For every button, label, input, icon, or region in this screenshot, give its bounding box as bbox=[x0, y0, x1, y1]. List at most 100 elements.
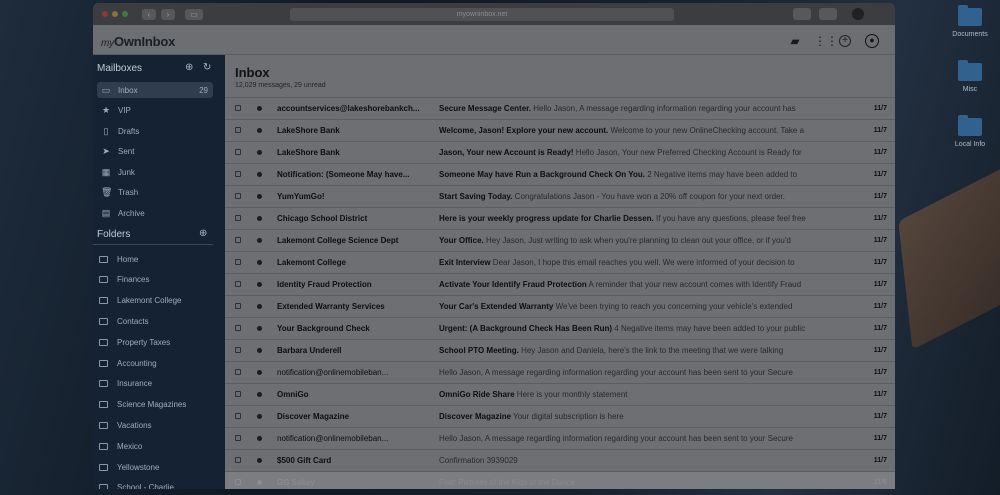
back-button[interactable]: ‹ bbox=[142, 8, 156, 20]
select-checkbox[interactable] bbox=[235, 369, 241, 375]
add-folder-icon[interactable]: ⊕ bbox=[199, 228, 207, 239]
message-row[interactable]: OmniGo OmniGo Ride Share Here is your mon… bbox=[225, 383, 895, 404]
message-summary: Your Car's Extended Warranty We've been … bbox=[439, 302, 857, 311]
select-checkbox[interactable] bbox=[235, 303, 241, 309]
select-checkbox[interactable] bbox=[235, 457, 241, 463]
unread-dot-icon bbox=[257, 479, 262, 485]
folder-icon bbox=[99, 359, 108, 367]
message-row[interactable]: Identity Fraud Protection Activate Your I… bbox=[225, 273, 895, 294]
unread-dot-icon bbox=[257, 281, 262, 287]
message-row[interactable]: Discover Magazine Discover Magazine Your … bbox=[225, 405, 895, 426]
message-preview: Hello Jason, A message regarding informa… bbox=[439, 433, 793, 443]
message-preview: 2 Negative items may have been added to bbox=[644, 169, 798, 179]
select-checkbox[interactable] bbox=[235, 479, 241, 485]
folder-item[interactable]: Home bbox=[99, 251, 219, 267]
message-row[interactable]: YumYumGo! Start Saving Today. Congratulat… bbox=[225, 185, 895, 206]
refresh-icon[interactable]: ↻ bbox=[203, 62, 211, 73]
message-row[interactable]: Notification: (Someone May have... Someon… bbox=[225, 163, 895, 184]
folder-icon bbox=[99, 401, 108, 409]
desktop-icon-misc[interactable]: Misc bbox=[935, 60, 1000, 93]
message-row[interactable]: Lakemont College Science Dept Your Office… bbox=[225, 229, 895, 250]
apps-grid-icon[interactable]: ⋮⋮ bbox=[814, 34, 838, 48]
select-checkbox[interactable] bbox=[235, 435, 241, 441]
select-checkbox[interactable] bbox=[235, 237, 241, 243]
message-row[interactable]: notification@onlinemobileban... Hello Jas… bbox=[225, 361, 895, 382]
add-mailbox-icon[interactable]: ⊕ bbox=[185, 62, 193, 73]
mailbox-item-drafts[interactable]: ▯ Drafts bbox=[97, 123, 213, 139]
message-row[interactable]: Barbara Underell School PTO Meeting. Hey … bbox=[225, 339, 895, 360]
account-avatar-icon[interactable]: ● bbox=[865, 34, 879, 48]
message-row[interactable]: notification@onlinemobileban... Hello Jas… bbox=[225, 427, 895, 448]
folder-item[interactable]: Yellowstone bbox=[99, 459, 219, 475]
tabs-button[interactable] bbox=[819, 8, 837, 20]
message-row[interactable]: Your Background Check Urgent: (A Backgrou… bbox=[225, 317, 895, 338]
folder-item[interactable]: Finances bbox=[99, 272, 219, 288]
select-checkbox[interactable] bbox=[235, 259, 241, 265]
folder-icon bbox=[99, 338, 108, 346]
message-subject: Secure Message Center. bbox=[439, 103, 532, 113]
zoom-window-button[interactable] bbox=[122, 11, 128, 17]
chat-icon[interactable]: ▰ bbox=[788, 34, 802, 48]
minimize-window-button[interactable] bbox=[112, 11, 118, 17]
message-row[interactable]: LakeShore Bank Welcome, Jason! Explore yo… bbox=[225, 119, 895, 140]
close-window-button[interactable] bbox=[102, 11, 108, 17]
message-row[interactable]: Extended Warranty Services Your Car's Ext… bbox=[225, 295, 895, 316]
select-checkbox[interactable] bbox=[235, 127, 241, 133]
app-logo[interactable]: myOwnInbox bbox=[101, 34, 175, 49]
message-summary: Someone May have Run a Background Check … bbox=[439, 170, 857, 179]
select-checkbox[interactable] bbox=[235, 149, 241, 155]
message-preview: Hello Jason, A message regarding informa… bbox=[531, 103, 796, 113]
unread-dot-icon bbox=[257, 325, 262, 331]
select-checkbox[interactable] bbox=[235, 391, 241, 397]
share-button[interactable] bbox=[793, 8, 811, 20]
sidebar-toggle-button[interactable]: ▭ bbox=[185, 8, 203, 20]
forward-button[interactable]: › bbox=[161, 8, 175, 20]
folder-item[interactable]: Lakemont College bbox=[99, 293, 219, 309]
message-preview: Your digital subscription is here bbox=[511, 411, 624, 421]
message-row[interactable]: Chicago School District Here is your week… bbox=[225, 207, 895, 228]
mailbox-item-vip[interactable]: ★ VIP bbox=[97, 103, 213, 119]
desktop-icon-documents[interactable]: Documents bbox=[935, 5, 1000, 38]
message-summary: School PTO Meeting. Hey Jason and Daniel… bbox=[439, 346, 857, 355]
folder-item[interactable]: Accounting bbox=[99, 355, 219, 371]
folder-icon bbox=[99, 380, 108, 388]
unread-dot-icon bbox=[257, 127, 262, 133]
message-row[interactable]: accountservices@lakeshorebankch... Secure… bbox=[225, 97, 895, 118]
message-sender: GG Sakey bbox=[277, 477, 315, 487]
select-checkbox[interactable] bbox=[235, 413, 241, 419]
folder-item[interactable]: Vacations bbox=[99, 417, 219, 433]
mailbox-item-trash[interactable]: 🗑 Trash bbox=[97, 185, 213, 201]
select-checkbox[interactable] bbox=[235, 105, 241, 111]
mailbox-label: Sent bbox=[118, 147, 135, 156]
folder-item[interactable]: Science Magazines bbox=[99, 397, 219, 413]
folder-item[interactable]: Contacts bbox=[99, 313, 219, 329]
select-checkbox[interactable] bbox=[235, 215, 241, 221]
unread-dot-icon bbox=[257, 435, 262, 441]
message-row[interactable]: Lakemont College Exit Interview Dear Jaso… bbox=[225, 251, 895, 272]
mailbox-item-sent[interactable]: ➤ Sent bbox=[97, 144, 213, 160]
message-row[interactable]: GG Sakey Fwd: Pictures of the Kids at the… bbox=[225, 471, 895, 489]
select-checkbox[interactable] bbox=[235, 193, 241, 199]
message-row[interactable]: LakeShore Bank Jason, Your new Account is… bbox=[225, 141, 895, 162]
select-checkbox[interactable] bbox=[235, 325, 241, 331]
folder-item[interactable]: Mexico bbox=[99, 438, 219, 454]
select-checkbox[interactable] bbox=[235, 347, 241, 353]
address-bar[interactable]: myowninbox.net bbox=[290, 8, 674, 21]
desktop-icon-local-info[interactable]: Local Info bbox=[935, 115, 1000, 148]
select-checkbox[interactable] bbox=[235, 281, 241, 287]
folder-label: Mexico bbox=[117, 441, 143, 451]
select-checkbox[interactable] bbox=[235, 171, 241, 177]
extension-icon[interactable] bbox=[852, 8, 864, 20]
add-icon[interactable]: + bbox=[839, 35, 851, 47]
mailbox-item-archive[interactable]: ▤ Archive bbox=[97, 205, 213, 221]
folder-item[interactable]: Property Taxes bbox=[99, 334, 219, 350]
message-subject: School PTO Meeting. bbox=[439, 345, 519, 355]
message-row[interactable]: $500 Gift Card Confirmation 3939029 11/7 bbox=[225, 449, 895, 470]
folder-item[interactable]: School - Charlie bbox=[99, 480, 219, 489]
folder-item[interactable]: Insurance bbox=[99, 376, 219, 392]
mailbox-item-inbox[interactable]: ▭ Inbox 29 bbox=[97, 82, 213, 98]
folder-icon bbox=[958, 115, 982, 136]
mailbox-item-junk[interactable]: ▦ Junk bbox=[97, 164, 213, 180]
message-count: 12,029 messages, 29 unread bbox=[235, 82, 326, 89]
unread-dot-icon bbox=[257, 303, 262, 309]
